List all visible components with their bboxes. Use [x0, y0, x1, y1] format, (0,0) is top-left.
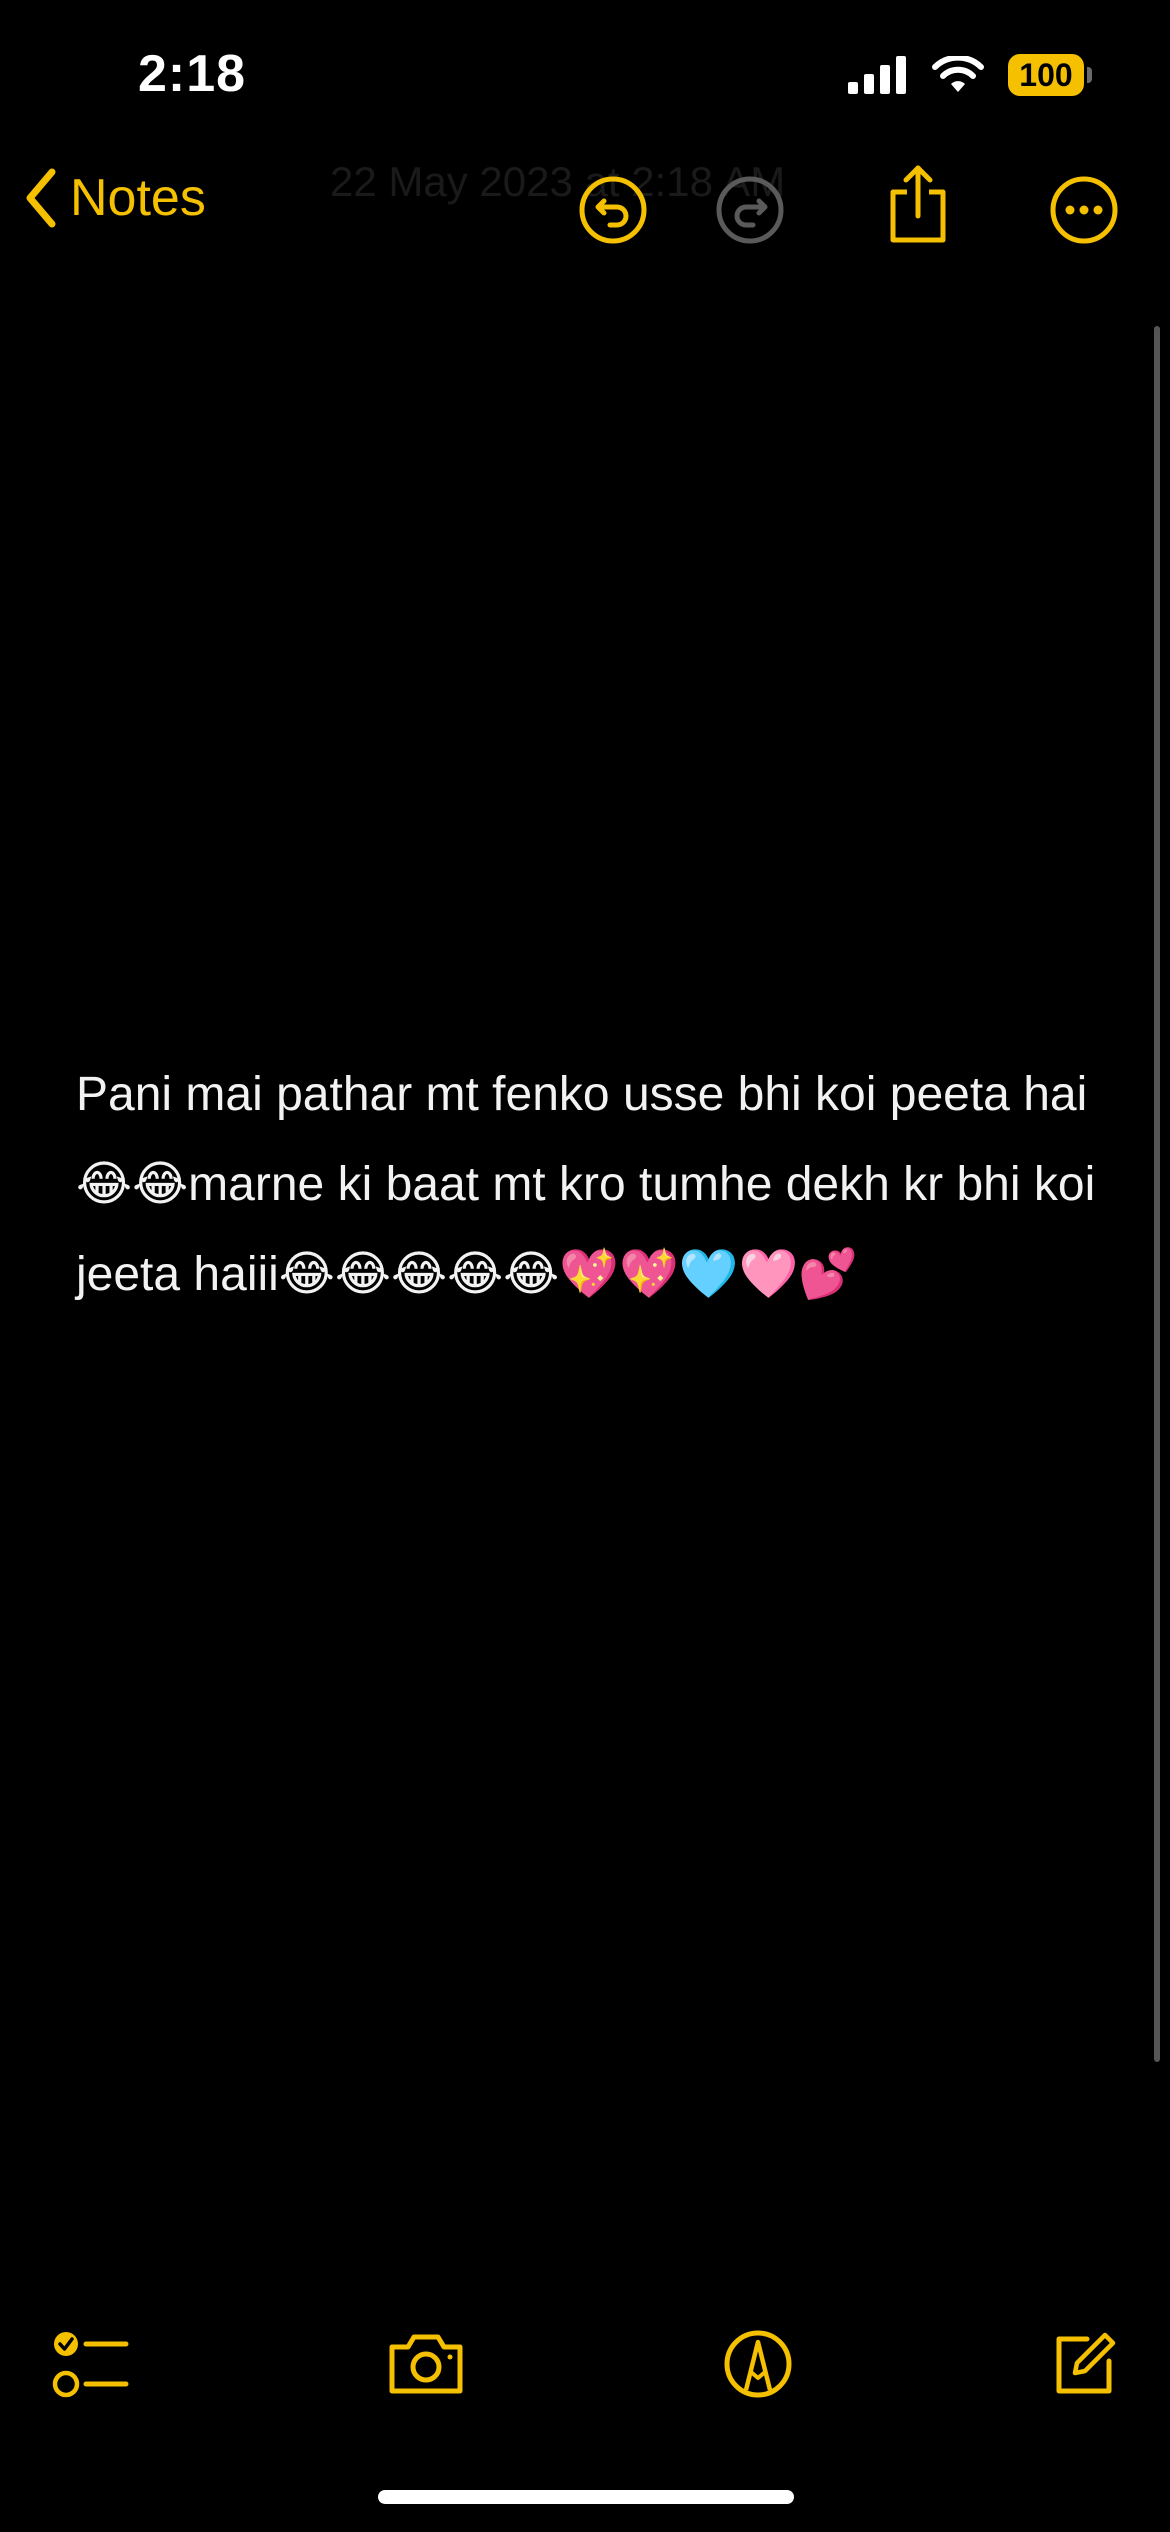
undo-button[interactable] — [577, 174, 649, 246]
share-icon — [890, 165, 946, 243]
markup-button[interactable] — [718, 2324, 798, 2404]
cellular-signal-icon — [848, 56, 906, 94]
scroll-indicator[interactable] — [1154, 326, 1160, 2062]
undo-icon — [579, 176, 647, 244]
back-label: Notes — [70, 169, 206, 227]
chevron-left-icon — [26, 168, 56, 228]
battery-icon: 100 — [1008, 54, 1092, 96]
battery-level: 100 — [1008, 54, 1084, 96]
redo-icon — [716, 176, 784, 244]
status-time: 2:18 — [138, 45, 247, 103]
camera-icon — [389, 2334, 463, 2394]
share-button[interactable] — [882, 165, 954, 243]
redo-button[interactable] — [714, 174, 786, 246]
back-button[interactable]: Notes — [24, 168, 206, 228]
checklist-button[interactable] — [50, 2324, 130, 2404]
camera-button[interactable] — [386, 2324, 466, 2404]
more-button[interactable] — [1048, 174, 1120, 246]
markup-pen-icon — [724, 2330, 792, 2398]
more-icon — [1050, 176, 1118, 244]
compose-icon — [1056, 2332, 1116, 2394]
status-icons: 100 — [848, 54, 1092, 96]
note-body-text[interactable]: Pani mai pathar mt fenko usse bhi koi pe… — [76, 1050, 1096, 1320]
wifi-icon — [932, 56, 984, 92]
compose-button[interactable] — [1044, 2324, 1124, 2404]
checklist-icon — [52, 2332, 129, 2398]
home-indicator[interactable] — [378, 2490, 794, 2504]
